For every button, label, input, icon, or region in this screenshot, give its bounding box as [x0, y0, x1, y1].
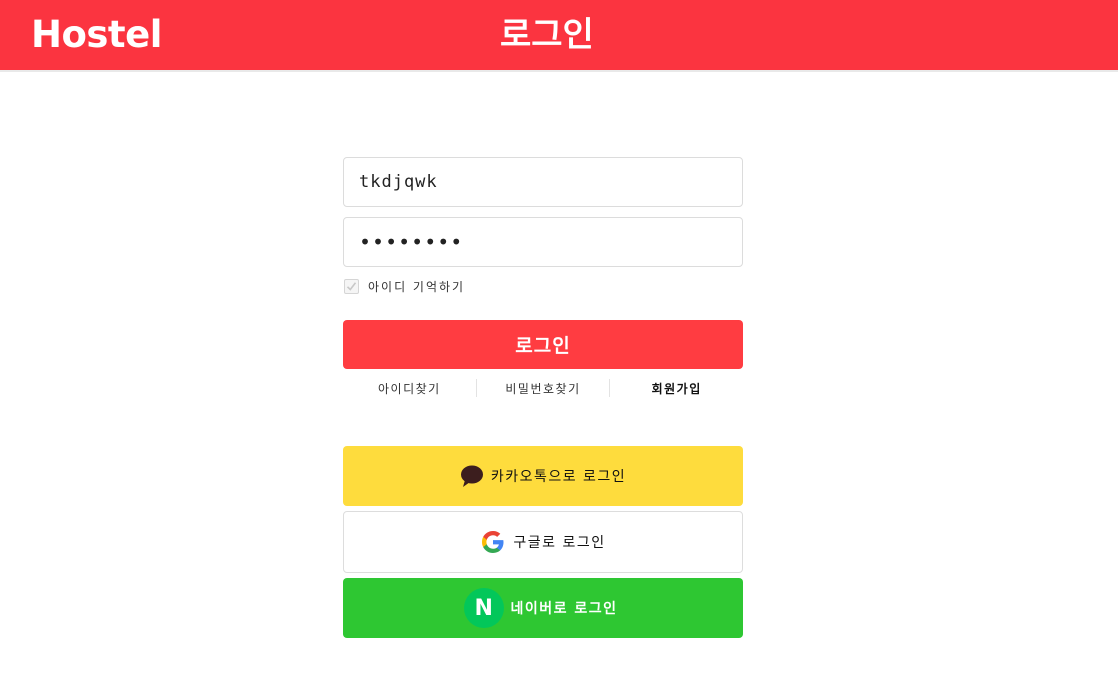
find-id-link[interactable]: 아이디찾기 — [343, 380, 476, 397]
password-input[interactable]: •••••••• — [343, 217, 743, 267]
naver-login-button[interactable]: N 네이버로 로그인 — [343, 578, 743, 638]
page-title: 로그인 — [500, 15, 594, 55]
google-login-button[interactable]: 구글로 로그인 — [343, 511, 743, 573]
naver-login-label: 네이버로 로그인 — [510, 601, 618, 617]
id-input[interactable]: tkdjqwk — [343, 157, 743, 207]
password-input-value: •••••••• — [359, 230, 464, 254]
kakao-speech-bubble-icon — [460, 464, 484, 488]
naver-n-icon: N — [464, 588, 505, 628]
remember-id-label: 아이디 기억하기 — [368, 279, 466, 294]
brand-logo[interactable]: Hostel — [31, 10, 162, 60]
google-g-icon — [480, 529, 506, 555]
id-input-value: tkdjqwk — [359, 172, 438, 192]
kakao-login-label: 카카오톡으로 로그인 — [490, 469, 627, 485]
google-login-label: 구글로 로그인 — [513, 535, 606, 551]
account-links: 아이디찾기 비밀번호찾기 회원가입 — [343, 378, 743, 398]
checkmark-icon — [346, 281, 357, 291]
kakao-login-button[interactable]: 카카오톡으로 로그인 — [343, 446, 743, 506]
remember-id-row[interactable]: 아이디 기억하기 — [344, 278, 465, 294]
login-button[interactable]: 로그인 — [343, 320, 743, 369]
find-password-link[interactable]: 비밀번호찾기 — [477, 380, 610, 397]
sign-up-link[interactable]: 회원가입 — [610, 380, 743, 397]
remember-id-checkbox[interactable] — [344, 278, 359, 294]
header-bar: Hostel 로그인 — [0, 0, 1118, 72]
